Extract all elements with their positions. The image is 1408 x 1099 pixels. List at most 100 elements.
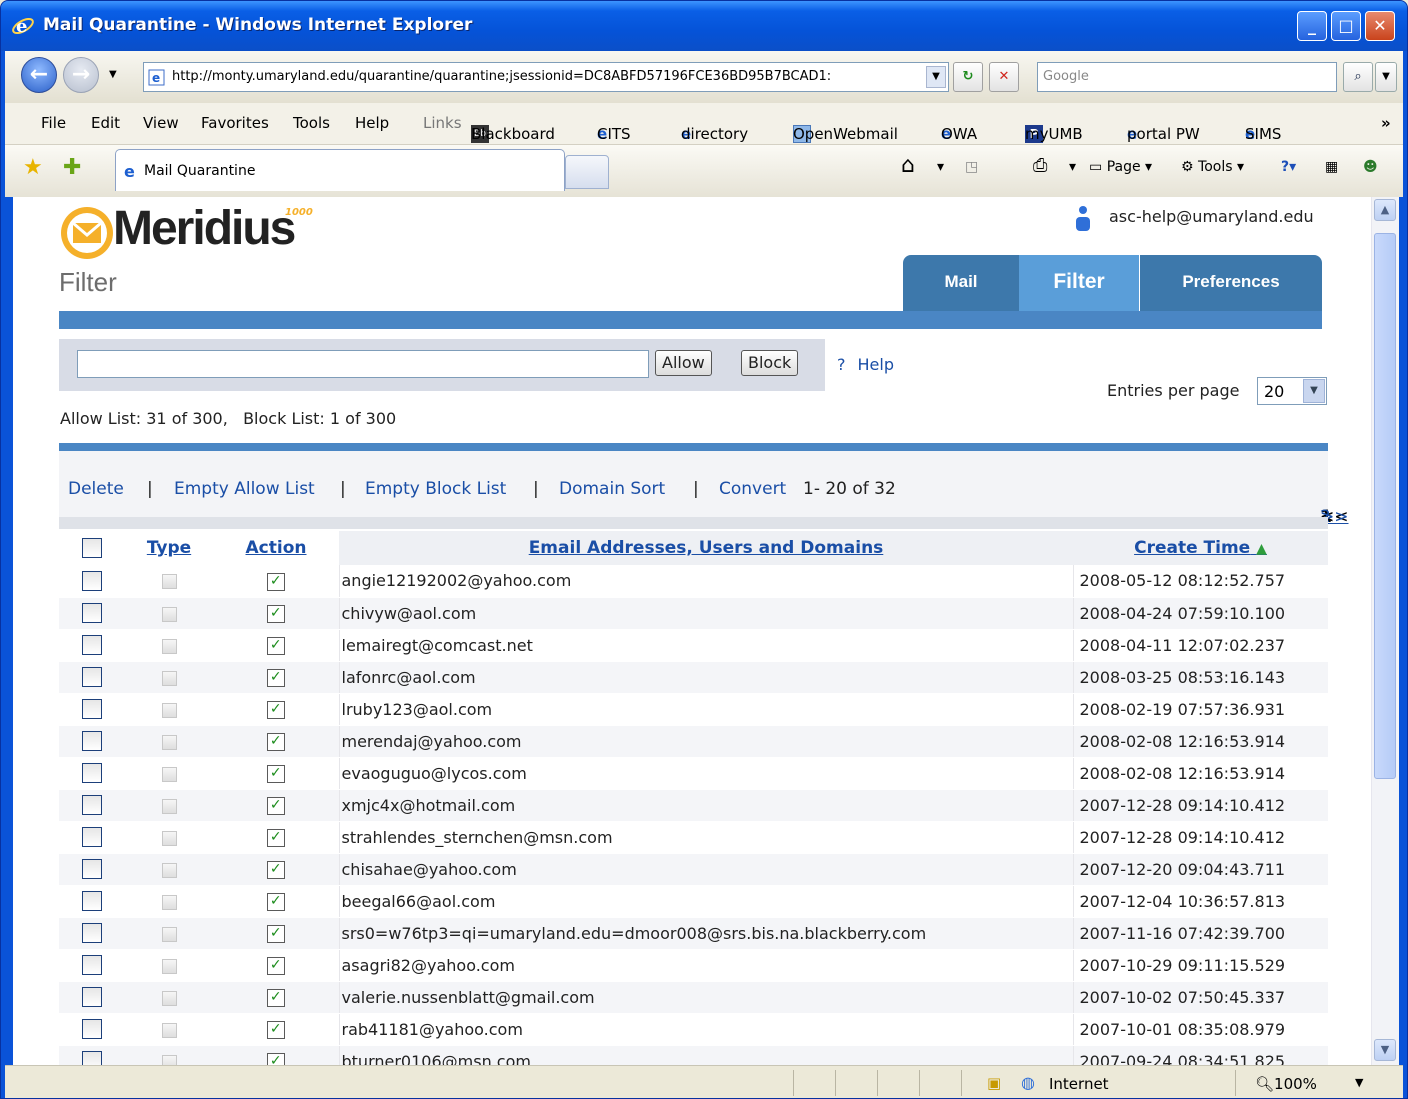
convert-link[interactable]: Convert	[719, 479, 786, 499]
row-checkbox[interactable]	[59, 1045, 125, 1065]
new-tab-button[interactable]	[565, 155, 609, 189]
history-dropdown-icon[interactable]: ▼	[109, 69, 117, 80]
allow-action-icon[interactable]: ✓	[213, 821, 339, 854]
scroll-up-icon[interactable]: ▲	[1374, 199, 1396, 221]
tools-menu[interactable]: ⚙ Tools ▾	[1181, 159, 1244, 175]
allow-action-icon[interactable]: ✓	[213, 629, 339, 662]
domain-sort-link[interactable]: Domain Sort	[559, 479, 665, 499]
scroll-down-icon[interactable]: ▼	[1374, 1039, 1396, 1061]
type-column-header[interactable]: Type	[125, 531, 213, 565]
allow-action-icon[interactable]: ✓	[213, 661, 339, 694]
menu-file[interactable]: File	[41, 114, 66, 132]
print-dropdown-icon[interactable]: ▾	[1069, 159, 1076, 175]
allow-action-icon[interactable]: ✓	[213, 725, 339, 758]
table-row[interactable]: ✓ bturner0106@msn.com 2007-09-24 08:34:51.…	[59, 1045, 1328, 1065]
url-field[interactable]: e http://monty.umaryland.edu/quarantine/…	[143, 62, 949, 92]
search-options-icon[interactable]: ▼	[1375, 62, 1397, 92]
more-links-icon[interactable]: »	[1381, 114, 1391, 132]
table-row[interactable]: ✓ chivyw@aol.com 2008-04-24 07:59:10.100	[59, 597, 1328, 630]
table-row[interactable]: ✓ chisahae@yahoo.com 2007-12-20 09:04:43.7…	[59, 853, 1328, 886]
url-dropdown-icon[interactable]: ▼	[926, 66, 946, 88]
table-row[interactable]: ✓ merendaj@yahoo.com 2008-02-08 12:16:53.9…	[59, 725, 1328, 758]
row-checkbox[interactable]	[59, 597, 125, 630]
search-input[interactable]: Google	[1037, 62, 1337, 92]
delete-link[interactable]: Delete	[68, 479, 124, 499]
allow-action-icon[interactable]: ✓	[213, 1013, 339, 1046]
row-checkbox[interactable]	[59, 661, 125, 694]
row-checkbox[interactable]	[59, 853, 125, 886]
allow-action-icon[interactable]: ✓	[213, 917, 339, 950]
close-button[interactable]: ✕	[1365, 11, 1395, 41]
minimize-button[interactable]: _	[1297, 11, 1327, 41]
scroll-thumb[interactable]	[1374, 233, 1396, 779]
allow-action-icon[interactable]: ✓	[213, 565, 339, 598]
home-dropdown-icon[interactable]: ▾	[937, 159, 944, 175]
table-row[interactable]: ✓ rab41181@yahoo.com 2007-10-01 08:35:08.9…	[59, 1013, 1328, 1046]
row-checkbox[interactable]	[59, 821, 125, 854]
block-button[interactable]: Block	[741, 350, 799, 376]
zoom-dropdown-icon[interactable]: ▼	[1355, 1076, 1363, 1089]
row-checkbox[interactable]	[59, 693, 125, 726]
empty-block-list-link[interactable]: Empty Block List	[365, 479, 506, 499]
table-row[interactable]: ✓ xmjc4x@hotmail.com 2007-12-28 09:14:10.4…	[59, 789, 1328, 822]
home-icon[interactable]: ⌂	[901, 153, 915, 178]
allow-action-icon[interactable]: ✓	[213, 1045, 339, 1065]
row-checkbox[interactable]	[59, 629, 125, 662]
table-row[interactable]: ✓ angie12192002@yahoo.com 2008-05-12 08:12…	[59, 565, 1328, 598]
tab-filter[interactable]: Filter	[1019, 255, 1139, 311]
table-row[interactable]: ✓ lruby123@aol.com 2008-02-19 07:57:36.931	[59, 693, 1328, 726]
filter-address-input[interactable]	[77, 350, 649, 378]
select-all-checkbox[interactable]	[59, 531, 125, 565]
table-row[interactable]: ✓ lemairegt@comcast.net 2008-04-11 12:07:0…	[59, 629, 1328, 662]
table-row[interactable]: ✓ beegal66@aol.com 2007-12-04 10:36:57.813	[59, 885, 1328, 918]
table-row[interactable]: ✓ valerie.nussenblatt@gmail.com 2007-10-02…	[59, 981, 1328, 1014]
maximize-button[interactable]: □	[1331, 11, 1361, 41]
messenger-icon[interactable]: ☻	[1363, 159, 1378, 175]
forward-button[interactable]: →	[63, 57, 99, 93]
tab-mail[interactable]: Mail	[903, 255, 1019, 311]
zoom-level[interactable]: 🔍︎100%	[1255, 1075, 1317, 1093]
vertical-scrollbar[interactable]: ▲ ▼	[1371, 197, 1399, 1065]
favorites-star-icon[interactable]: ★	[23, 155, 43, 180]
research-icon[interactable]: ▦	[1325, 159, 1338, 175]
row-checkbox[interactable]	[59, 789, 125, 822]
allow-action-icon[interactable]: ✓	[213, 885, 339, 918]
back-button[interactable]: ←	[21, 57, 57, 93]
empty-allow-list-link[interactable]: Empty Allow List	[174, 479, 315, 499]
row-checkbox[interactable]	[59, 949, 125, 982]
menu-favorites[interactable]: Favorites	[201, 114, 269, 132]
allow-action-icon[interactable]: ✓	[213, 853, 339, 886]
menu-help[interactable]: Help	[355, 114, 389, 132]
feeds-icon[interactable]: ◳	[965, 159, 978, 175]
menu-edit[interactable]: Edit	[91, 114, 120, 132]
allow-action-icon[interactable]: ✓	[213, 981, 339, 1014]
time-column-header[interactable]: Create Time ▲	[1073, 531, 1328, 565]
row-checkbox[interactable]	[59, 565, 125, 598]
help-icon[interactable]: ?▾	[1281, 159, 1296, 175]
email-column-header[interactable]: Email Addresses, Users and Domains	[339, 531, 1073, 565]
table-row[interactable]: ✓ strahlendes_sternchen@msn.com 2007-12-28…	[59, 821, 1328, 854]
table-row[interactable]: ✓ lafonrc@aol.com 2008-03-25 08:53:16.143	[59, 661, 1328, 694]
row-checkbox[interactable]	[59, 917, 125, 950]
tab-mail-quarantine[interactable]: e Mail Quarantine	[115, 149, 565, 191]
table-row[interactable]: ✓ evaoguguo@lycos.com 2008-02-08 12:16:53.…	[59, 757, 1328, 790]
allow-button[interactable]: Allow	[655, 350, 712, 376]
table-row[interactable]: ✓ asagri82@yahoo.com 2007-10-29 09:11:15.5…	[59, 949, 1328, 982]
table-row[interactable]: ✓ srs0=w76tp3=qi=umaryland.edu=dmoor008@s…	[59, 917, 1328, 950]
allow-action-icon[interactable]: ✓	[213, 693, 339, 726]
allow-action-icon[interactable]: ✓	[213, 949, 339, 982]
help-link[interactable]: ? Help	[837, 355, 894, 374]
row-checkbox[interactable]	[59, 885, 125, 918]
row-checkbox[interactable]	[59, 981, 125, 1014]
row-checkbox[interactable]	[59, 757, 125, 790]
tab-preferences[interactable]: Preferences	[1140, 255, 1322, 311]
print-icon[interactable]: ⎙	[1033, 155, 1047, 176]
row-checkbox[interactable]	[59, 1013, 125, 1046]
allow-action-icon[interactable]: ✓	[213, 597, 339, 630]
allow-action-icon[interactable]: ✓	[213, 789, 339, 822]
add-favorite-icon[interactable]: ✚	[63, 155, 81, 180]
menu-tools[interactable]: Tools	[293, 114, 330, 132]
stop-button[interactable]: ✕	[989, 62, 1019, 92]
entries-per-page-select[interactable]: 20 ▼	[1257, 377, 1327, 405]
allow-action-icon[interactable]: ✓	[213, 757, 339, 790]
